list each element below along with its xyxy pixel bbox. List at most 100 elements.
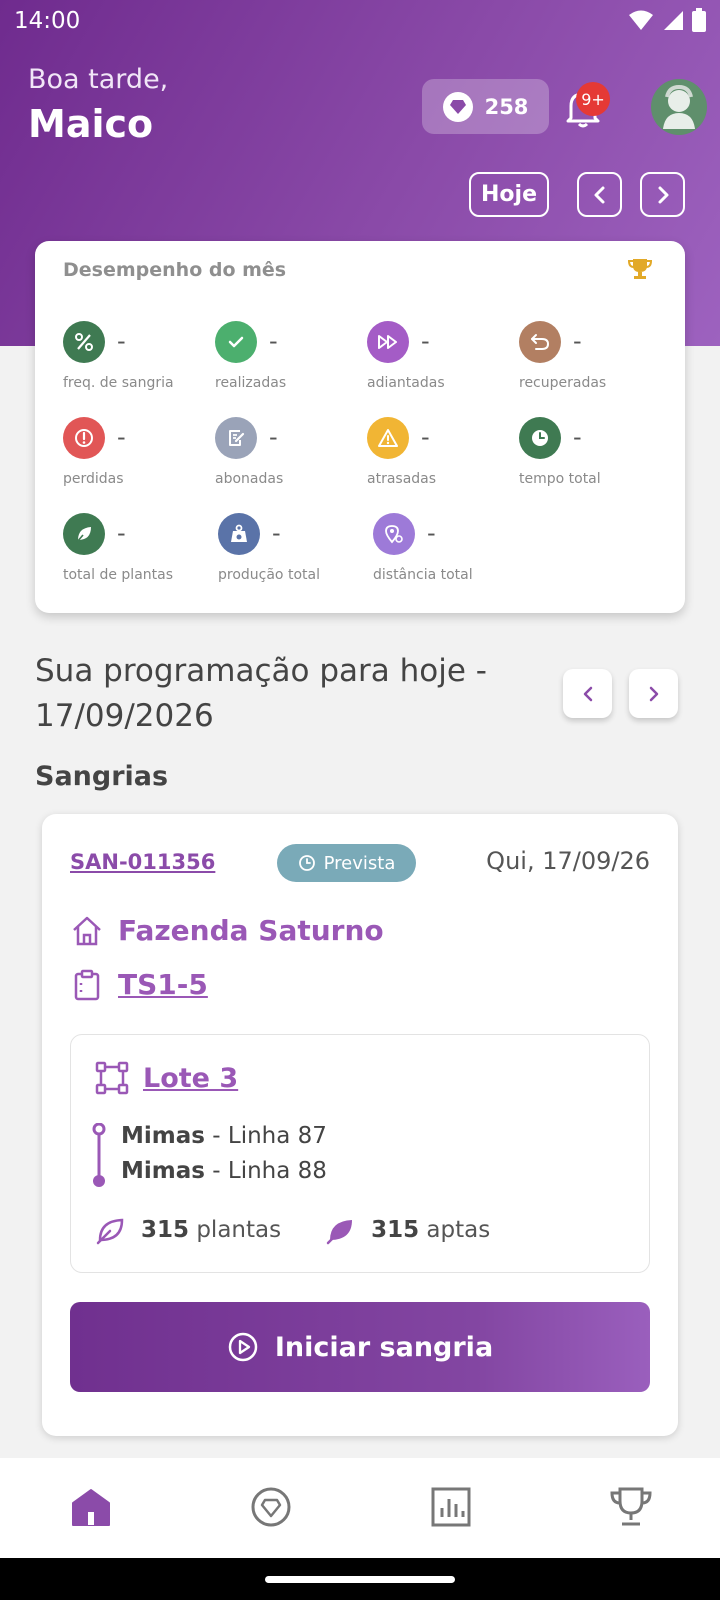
- greeting: Boa tarde,: [28, 64, 169, 95]
- leaf-filled-icon: [326, 1220, 353, 1245]
- trophy-icon: [610, 1487, 652, 1526]
- edit-note-icon: [215, 417, 257, 459]
- tapping-date: Qui, 17/09/26: [486, 847, 650, 875]
- bottom-navigation: [0, 1458, 720, 1558]
- line-number: - Linha 87: [204, 1123, 327, 1149]
- metric-abonadas: - abonadas: [215, 417, 365, 487]
- schedule-date: 17/09/2026: [35, 698, 214, 734]
- tapping-card: SAN-011356 Prevista Qui, 17/09/26 Fazend…: [42, 814, 678, 1436]
- clock-outline-icon: [298, 855, 315, 871]
- group-link[interactable]: TS1-5: [118, 968, 208, 1001]
- section-title-sangrias: Sangrias: [35, 761, 169, 792]
- metric-atrasadas: - atrasadas: [367, 417, 517, 487]
- plant-counts: 315 plantas 315 aptas: [95, 1215, 490, 1245]
- map-pin-icon: [373, 513, 415, 555]
- metric-value: -: [269, 423, 278, 451]
- schedule-next-button[interactable]: [629, 669, 678, 718]
- clock-icon: [519, 417, 561, 459]
- metric-label: recuperadas: [519, 375, 607, 391]
- metric-value: -: [573, 327, 582, 355]
- lot-link[interactable]: Lote 3: [143, 1063, 238, 1094]
- points-chip[interactable]: 258: [422, 79, 549, 134]
- gem-icon: [442, 91, 473, 122]
- route-line-icon: [92, 1123, 106, 1187]
- schedule-prev-button[interactable]: [563, 669, 612, 718]
- nav-reports[interactable]: [426, 1482, 476, 1532]
- avatar-bust-icon: [663, 84, 695, 129]
- metric-label: abonadas: [215, 471, 284, 487]
- metric-tempo-total: - tempo total: [519, 417, 669, 487]
- system-navigation-bar: [0, 1558, 720, 1600]
- metric-label: atrasadas: [367, 471, 437, 487]
- nav-achievements[interactable]: [606, 1482, 656, 1532]
- gem-icon: [251, 1487, 291, 1527]
- clipboard-icon: [74, 969, 100, 1000]
- home-icon: [72, 1489, 110, 1526]
- metric-value: -: [117, 423, 126, 451]
- plants-count: 315 plantas: [141, 1217, 281, 1243]
- status-time: 14:00: [14, 8, 81, 34]
- previous-day-button[interactable]: [577, 172, 622, 217]
- start-tapping-button[interactable]: Iniciar sangria: [70, 1302, 650, 1392]
- apt-label: aptas: [419, 1217, 491, 1243]
- home-gesture-handle[interactable]: [265, 1576, 455, 1583]
- metric-value: -: [269, 327, 278, 355]
- metric-value: -: [573, 423, 582, 451]
- metric-label: distância total: [373, 567, 473, 583]
- metric-value: -: [427, 519, 436, 547]
- performance-card: Desempenho do mês - freq. de sangria - r…: [35, 241, 685, 613]
- apt-count: 315 aptas: [371, 1217, 490, 1243]
- metric-perdidas: - perdidas: [63, 417, 213, 487]
- warning-icon: [367, 417, 409, 459]
- play-circle-icon: [228, 1332, 258, 1362]
- schedule-title: Sua programação para hoje - 17/09/2026: [35, 649, 515, 739]
- apt-number: 315: [371, 1217, 420, 1243]
- notification-badge: 9+: [576, 82, 610, 116]
- metric-label: perdidas: [63, 471, 124, 487]
- chevron-right-icon: [658, 186, 668, 203]
- metric-realizadas: - realizadas: [215, 321, 365, 391]
- alert-circle-icon: [63, 417, 105, 459]
- today-button[interactable]: Hoje: [469, 172, 549, 217]
- start-tapping-label: Iniciar sangria: [274, 1331, 494, 1363]
- line-item: Mimas - Linha 88: [121, 1158, 327, 1184]
- chart-icon: [431, 1487, 471, 1527]
- lot-row: Lote 3: [95, 1061, 238, 1095]
- metric-value: -: [272, 519, 281, 547]
- metric-value: -: [421, 327, 430, 355]
- metric-label: tempo total: [519, 471, 601, 487]
- metric-distancia-total: - distância total: [373, 513, 523, 583]
- line-item: Mimas - Linha 87: [121, 1123, 327, 1149]
- metric-recuperadas: - recuperadas: [519, 321, 669, 391]
- nav-rewards[interactable]: [246, 1482, 296, 1532]
- trophy-icon: [627, 259, 653, 279]
- weight-icon: [218, 513, 260, 555]
- avatar[interactable]: [651, 79, 707, 135]
- wifi-icon: [629, 10, 653, 30]
- plants-label: plantas: [189, 1217, 282, 1243]
- points-value: 258: [484, 94, 529, 119]
- status-label: Prevista: [323, 852, 396, 874]
- farm-row: Fazenda Saturno: [70, 914, 384, 947]
- metric-value: -: [117, 327, 126, 355]
- line-clone: Mimas: [121, 1123, 205, 1149]
- metric-value: -: [421, 423, 430, 451]
- metric-freq-sangria: - freq. de sangria: [63, 321, 213, 391]
- check-icon: [215, 321, 257, 363]
- status-bar: 14:00: [0, 0, 720, 44]
- metric-label: total de plantas: [63, 567, 174, 583]
- nav-home[interactable]: [66, 1482, 116, 1532]
- metric-producao-total: - produção total: [218, 513, 368, 583]
- leaf-icon: [63, 513, 105, 555]
- next-day-button[interactable]: [640, 172, 685, 217]
- metric-adiantadas: - adiantadas: [367, 321, 517, 391]
- plants-number: 315: [141, 1217, 190, 1243]
- lot-area-icon: [95, 1061, 129, 1095]
- group-row: TS1-5: [70, 968, 208, 1001]
- schedule-title-line1: Sua programação para hoje -: [35, 653, 487, 689]
- chevron-left-icon: [594, 186, 604, 203]
- signal-icon: [664, 11, 683, 30]
- undo-icon: [519, 321, 561, 363]
- metric-total-plantas: - total de plantas: [63, 513, 213, 583]
- tapping-code-link[interactable]: SAN-011356: [70, 850, 215, 874]
